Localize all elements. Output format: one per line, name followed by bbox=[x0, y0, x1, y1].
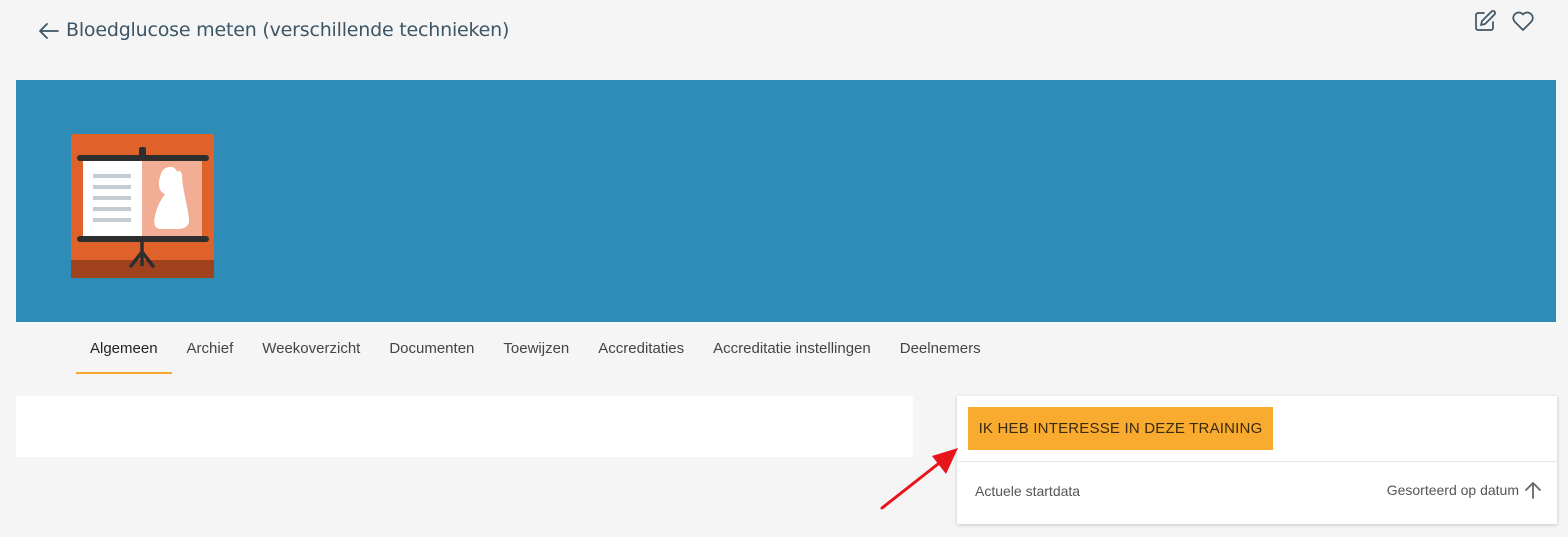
tab-weekoverzicht[interactable]: Weekoverzicht bbox=[248, 324, 374, 374]
tab-algemeen[interactable]: Algemeen bbox=[76, 324, 172, 374]
tab-accreditaties[interactable]: Accreditaties bbox=[584, 324, 698, 374]
tab-archief[interactable]: Archief bbox=[173, 324, 248, 374]
edit-icon bbox=[1475, 10, 1496, 31]
sort-by-date-control[interactable]: Gesorteerd op datum bbox=[1387, 480, 1543, 500]
tab-accreditatie-instellingen[interactable]: Accreditatie instellingen bbox=[699, 324, 885, 374]
interest-button[interactable]: IK HEB INTERESSE IN DEZE TRAINING bbox=[968, 407, 1273, 450]
sort-label: Gesorteerd op datum bbox=[1386, 482, 1519, 498]
favorite-button[interactable] bbox=[1510, 8, 1536, 34]
presentation-board-icon bbox=[71, 134, 214, 278]
divider bbox=[957, 461, 1557, 462]
back-button[interactable] bbox=[36, 18, 62, 44]
heart-icon bbox=[1512, 11, 1534, 31]
tab-toewijzen[interactable]: Toewijzen bbox=[489, 324, 583, 374]
start-dates-label: Actuele startdata bbox=[975, 483, 1081, 499]
course-banner bbox=[16, 80, 1556, 322]
training-sidebar-card: IK HEB INTERESSE IN DEZE TRAINING Actuel… bbox=[957, 396, 1557, 524]
top-bar: Bloedglucose meten (verschillende techni… bbox=[0, 0, 1568, 64]
course-tabs: Algemeen Archief Weekoverzicht Documente… bbox=[76, 324, 996, 374]
edit-button[interactable] bbox=[1472, 8, 1498, 34]
arrow-left-icon bbox=[39, 23, 59, 39]
course-content-card bbox=[16, 396, 913, 457]
page-title: Bloedglucose meten (verschillende techni… bbox=[66, 19, 510, 41]
header-actions bbox=[1472, 8, 1536, 34]
tab-deelnemers[interactable]: Deelnemers bbox=[886, 324, 995, 374]
tab-documenten[interactable]: Documenten bbox=[375, 324, 488, 374]
arrow-up-icon bbox=[1525, 482, 1541, 499]
